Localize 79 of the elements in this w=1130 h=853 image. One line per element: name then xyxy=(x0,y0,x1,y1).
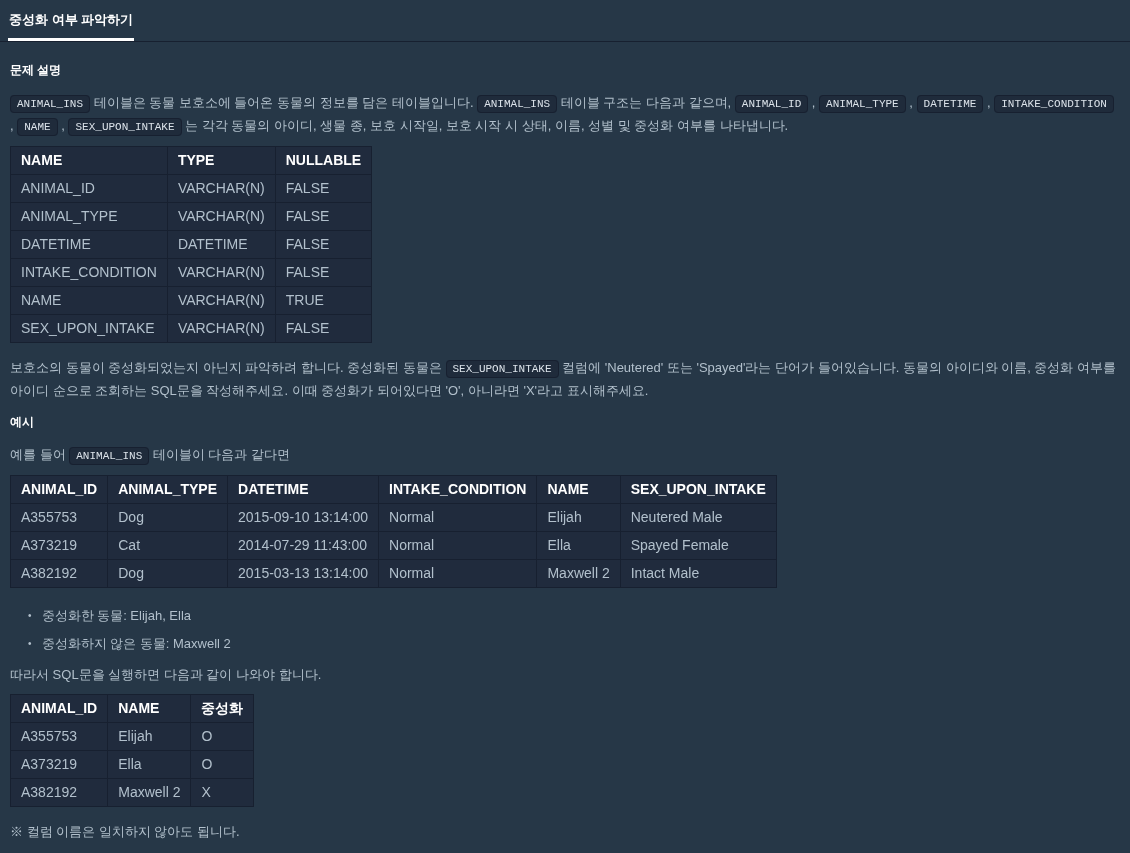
header-cell: ANIMAL_ID xyxy=(10,694,108,722)
paragraph: ※ 컬럼 이름은 일치하지 않아도 됩니다. xyxy=(10,822,241,841)
table-cell: O xyxy=(191,750,254,778)
header-cell: ANIMAL_ID xyxy=(10,475,108,503)
table-cell: Normal xyxy=(378,503,537,531)
list-item: 중성화하지 않은 동물: Maxwell 2 xyxy=(41,634,231,653)
table-cell: 2015-09-10 13:14:00 xyxy=(227,503,379,531)
inline-code: ANIMAL_ID xyxy=(734,94,809,113)
table-cell: DATETIME xyxy=(167,230,276,258)
inline-code: SEX_UPON_INTAKE xyxy=(445,359,559,378)
table-cell: VARCHAR(N) xyxy=(167,202,276,230)
table-cell: A373219 xyxy=(10,750,108,778)
header-cell: NAME xyxy=(10,146,168,174)
header-cell: INTAKE_CONDITION xyxy=(378,475,537,503)
table-cell: Neutered Male xyxy=(620,503,777,531)
table-cell: Normal xyxy=(378,531,537,559)
table-cell: TRUE xyxy=(275,286,372,314)
inline-code: DATETIME xyxy=(916,94,984,113)
paragraph: 따라서 SQL문을 실행하면 다음과 같이 나와야 합니다. xyxy=(10,665,323,684)
table-cell: FALSE xyxy=(275,258,372,286)
table-cell: Dog xyxy=(107,503,228,531)
table-cell: VARCHAR(N) xyxy=(167,258,276,286)
bullet: • xyxy=(28,608,32,623)
table-cell: DATETIME xyxy=(10,230,168,258)
table-cell: Dog xyxy=(107,559,228,587)
table-cell: FALSE xyxy=(275,174,372,202)
table-cell: Intact Male xyxy=(620,559,777,587)
table-cell: 2014-07-29 11:43:00 xyxy=(227,531,379,559)
table-cell: Elijah xyxy=(536,503,621,531)
table-cell: A355753 xyxy=(10,503,108,531)
table-cell: O xyxy=(191,722,254,750)
table-cell: A373219 xyxy=(10,531,108,559)
header-cell: DATETIME xyxy=(227,475,379,503)
table-cell: FALSE xyxy=(275,314,372,342)
table-cell: 2015-03-13 13:14:00 xyxy=(227,559,379,587)
table-cell: Spayed Female xyxy=(620,531,777,559)
table-cell: Maxwell 2 xyxy=(536,559,621,587)
bullet: • xyxy=(28,636,32,651)
table-cell: A382192 xyxy=(10,559,108,587)
table-cell: FALSE xyxy=(275,230,372,258)
table-cell: VARCHAR(N) xyxy=(167,174,276,202)
inline-code: NAME xyxy=(17,117,58,136)
inline-code: ANIMAL_INS xyxy=(69,446,150,465)
header-cell: SEX_UPON_INTAKE xyxy=(620,475,777,503)
table-cell: Ella xyxy=(107,750,191,778)
inline-code: ANIMAL_INS xyxy=(477,94,558,113)
inline-code: ANIMAL_TYPE xyxy=(819,94,906,113)
table-cell: Ella xyxy=(536,531,621,559)
inline-code: SEX_UPON_INTAKE xyxy=(68,117,182,136)
header-cell: TYPE xyxy=(167,146,276,174)
table-cell: VARCHAR(N) xyxy=(167,286,276,314)
paragraph: 보호소의 동물이 중성화되었는지 아닌지 파악하려 합니다. 중성화된 동물은 SEX_UPON_INTAKE 컬럼에 'Neutered' 또는 'Spayed'라는 단어가 들어있습니다. 동물의 아이디와 이름, 중성화 여부를 아이디 순으로 조회하는 SQL문을 작성해주세요. 이때 중성화가 되어있다면 'O', 아니라면 'X'라고 표시해주세요. xyxy=(10,358,1117,400)
table-cell: X xyxy=(191,778,254,806)
table-cell: ANIMAL_ID xyxy=(10,174,168,202)
header-cell: ANIMAL_TYPE xyxy=(107,475,228,503)
paragraph: ANIMAL_INS 테이블은 동물 보호소에 들어온 동물의 정보를 담은 테이블입니다. ANIMAL_INS 테이블 구조는 다음과 같으며, ANIMAL_ID , ANIMAL_TYPE , DATETIME , INTAKE_CONDITION , NAME , SEX_UPON_INTAKE 는 각각 동물의 아이디, 생물 종, 보호 시작일, 보호 시작 시 상태, 이름, 성별 및 중성화 여부를 나타냅니다. xyxy=(10,91,1120,138)
table-cell: Maxwell 2 xyxy=(107,778,191,806)
section-heading: 예시 xyxy=(10,413,35,431)
header-cell: NULLABLE xyxy=(275,146,372,174)
table-cell: NAME xyxy=(10,286,168,314)
table-cell: FALSE xyxy=(275,202,372,230)
header-cell: NAME xyxy=(536,475,621,503)
table-cell: Cat xyxy=(107,531,228,559)
paragraph: 예를 들어 ANIMAL_INS 테이블이 다음과 같다면 xyxy=(10,443,1120,467)
table-cell: Elijah xyxy=(107,722,191,750)
list-item: 중성화한 동물: Elijah, Ella xyxy=(41,606,192,625)
table-cell: ANIMAL_TYPE xyxy=(10,202,168,230)
table-cell: Normal xyxy=(378,559,537,587)
inline-code: ANIMAL_INS xyxy=(10,94,90,113)
header-cell: 중성화 xyxy=(191,694,254,722)
header-cell: NAME xyxy=(107,694,191,722)
tab[interactable]: 중성화 여부 파악하기 xyxy=(8,0,135,41)
table-cell: A382192 xyxy=(10,778,108,806)
table-cell: VARCHAR(N) xyxy=(167,314,276,342)
table-cell: SEX_UPON_INTAKE xyxy=(10,314,168,342)
table-cell: INTAKE_CONDITION xyxy=(10,258,168,286)
section-heading: 문제 설명 xyxy=(10,61,63,79)
table-cell: A355753 xyxy=(10,722,108,750)
inline-code: INTAKE_CONDITION xyxy=(994,94,1114,113)
